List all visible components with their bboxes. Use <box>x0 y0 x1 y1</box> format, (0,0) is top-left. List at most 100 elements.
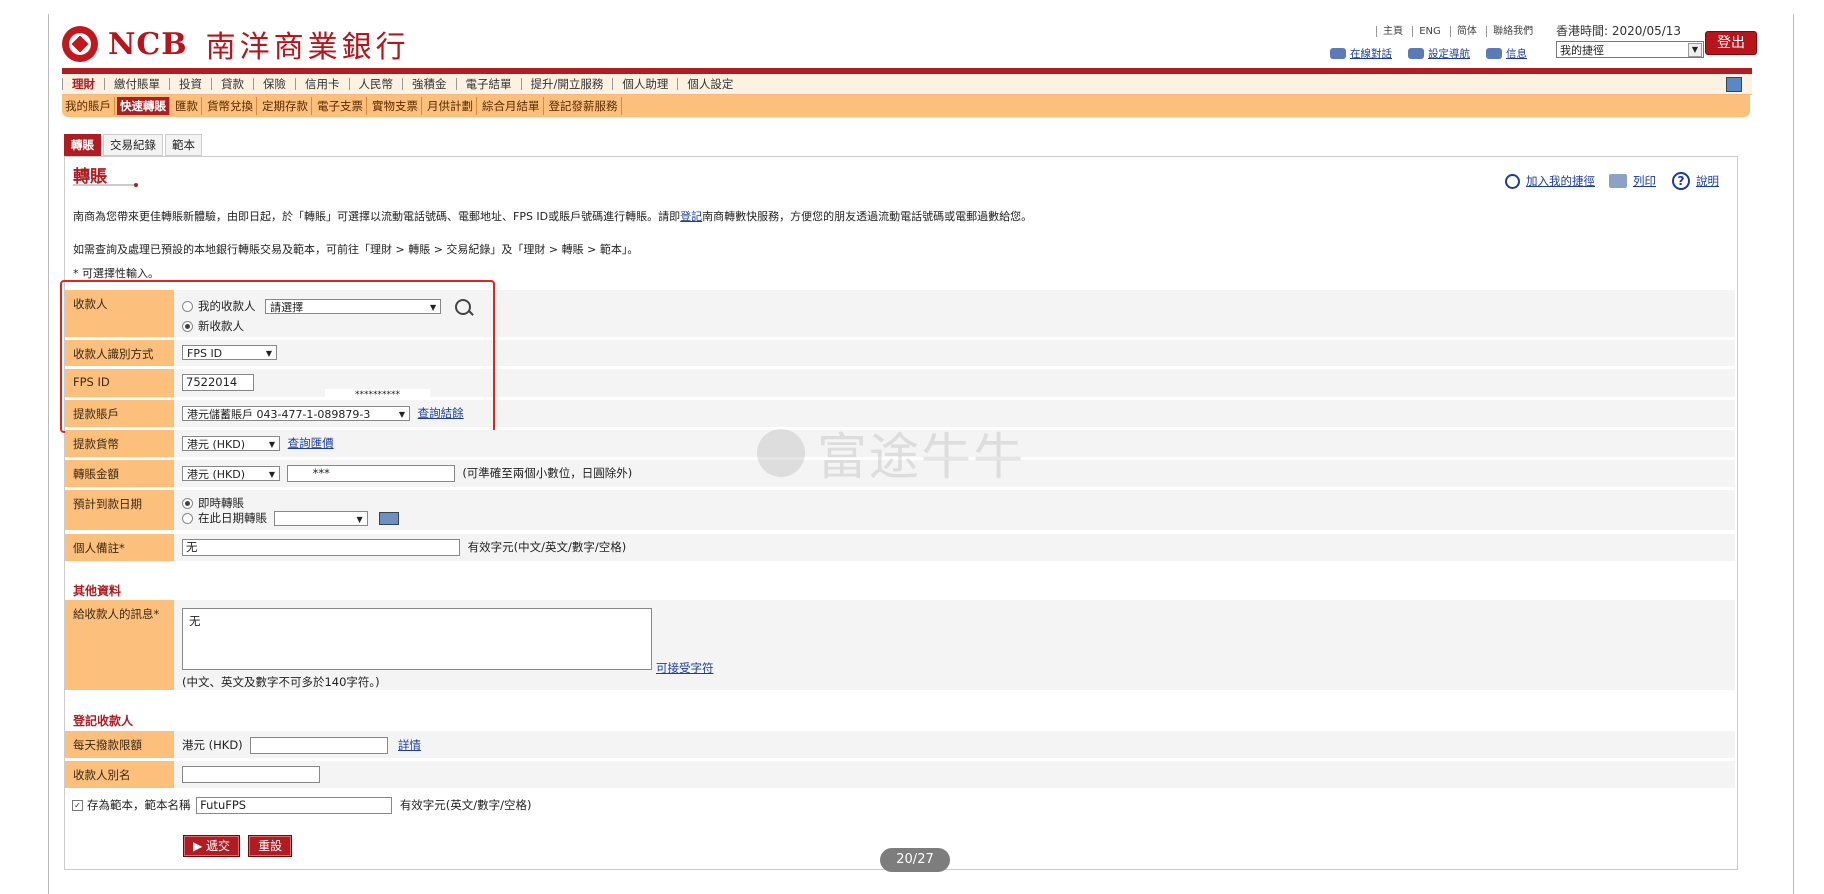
tab-history[interactable]: 交易紀錄 <box>103 134 163 156</box>
nav-item-mpf[interactable]: 強積金 <box>402 78 456 90</box>
date-label: 預計到款日期 <box>65 490 174 530</box>
nav-item-upgrade[interactable]: 提升/開立服務 <box>520 78 613 90</box>
logo-cn: 南洋商業銀行 <box>205 30 410 65</box>
nav-item-invest[interactable]: 投資 <box>169 78 211 90</box>
hk-time: 香港時間: 2020/05/13 <box>1556 24 1682 38</box>
main-nav: 理財 繳付賬單 投資 貸款 保險 信用卡 人民幣 強積金 電子結單 提升/開立服… <box>62 74 1752 95</box>
subnav-monthly-plan[interactable]: 月供計劃 <box>424 97 477 115</box>
save-template-checkbox[interactable]: ✓ <box>72 800 83 811</box>
check-rate-link[interactable]: 查詢匯價 <box>288 436 334 450</box>
nav-item-settings[interactable]: 個人設定 <box>677 78 742 90</box>
other-info-heading: 其他資料 <box>73 584 122 598</box>
date-immediate-radio[interactable] <box>182 498 193 509</box>
submit-button[interactable]: ▶ 遞交 <box>183 835 241 857</box>
add-shortcut-link[interactable]: 加入我的捷徑 <box>1526 173 1595 189</box>
date-select[interactable]: ▼ <box>273 511 368 526</box>
daily-limit-input[interactable] <box>250 737 389 754</box>
top-link-eng[interactable]: ENG <box>1412 26 1447 37</box>
nav-item-assistant[interactable]: 個人助理 <box>612 78 677 90</box>
online-chat-link[interactable]: 在線對話 <box>1350 46 1392 61</box>
remark-row: 個人備註* 无 有效字元(中文/英文/數字/空格) <box>65 534 1735 561</box>
chevron-down-icon: ▼ <box>1688 43 1702 57</box>
quick-shortcut-select[interactable]: 我的捷徑 ▼ <box>1556 41 1704 58</box>
subnav-cheque[interactable]: 實物支票 <box>369 97 422 115</box>
nav-settings-link[interactable]: 設定導航 <box>1428 46 1470 61</box>
page-tabs: 轉賬 交易紀錄 範本 <box>64 134 202 156</box>
date-scheduled-label: 在此日期轉賬 <box>198 511 267 525</box>
message-note: (中文、英文及數字不可多於140字符。) <box>182 675 380 689</box>
optional-note: * 可選擇性輸入。 <box>73 267 159 280</box>
nav-item-loans[interactable]: 貸款 <box>211 78 253 90</box>
watermark-text: 富途牛牛 <box>817 428 1025 486</box>
play-icon: ▶ <box>193 839 207 853</box>
subnav-remittance[interactable]: 匯款 <box>172 97 202 115</box>
logout-button[interactable]: 登出 <box>1705 31 1757 55</box>
subnav-quick-transfer[interactable]: 快速轉賬 <box>117 97 170 115</box>
template-name-input[interactable]: FutuFPS <box>196 797 393 814</box>
watermark: 富途牛牛 <box>757 417 1025 489</box>
currency-select[interactable]: 港元 (HKD) ▼ <box>182 436 280 451</box>
top-link-simplified[interactable]: 简体 <box>1449 26 1483 37</box>
print-link[interactable]: 列印 <box>1633 173 1656 189</box>
top-link-contact[interactable]: 聯絡我們 <box>1486 26 1540 37</box>
tab-templates[interactable]: 範本 <box>165 134 202 156</box>
ncb-logo[interactable]: NCB 南洋商業銀行 <box>62 24 410 65</box>
reset-button[interactable]: 重設 <box>248 835 293 857</box>
nav-item-estatement[interactable]: 電子結單 <box>455 78 521 90</box>
subnav-echeque[interactable]: 電子支票 <box>314 97 367 115</box>
calendar-icon[interactable] <box>379 512 400 525</box>
subnav-my-accounts[interactable]: 我的賬戶 <box>62 97 115 115</box>
alias-row: 收款人別名 <box>65 761 1735 788</box>
date-immediate-label: 即時轉賬 <box>198 496 244 510</box>
help-icon: ? <box>1672 172 1690 190</box>
amount-label: 轉賬金額 <box>65 460 174 487</box>
nav-item-bills[interactable]: 繳付賬單 <box>104 78 169 90</box>
nav-item-credit-card[interactable]: 信用卡 <box>295 78 349 90</box>
page-counter: 20/27 <box>880 848 950 872</box>
accepted-chars-link[interactable]: 可接受字符 <box>656 660 714 676</box>
mail-icon <box>1486 48 1502 59</box>
sub-nav: 我的賬戶 快速轉賬 匯款 貨幣兌換 定期存款 電子支票 實物支票 月供計劃 綜合… <box>62 95 1750 117</box>
save-template-label: 存為範本，範本名稱 <box>87 798 191 812</box>
form-actions: ▶ 遞交 重設 <box>183 835 293 857</box>
add-shortcut-icon <box>1505 173 1520 189</box>
intro-text-2: 如需查詢及處理已預設的本地銀行轉賬交易及範本，可前往「理財 > 轉賬 > 交易紀… <box>73 243 639 256</box>
daily-limit-currency: 港元 (HKD) <box>182 738 243 752</box>
chevron-down-icon: ▼ <box>356 515 363 524</box>
title-dot <box>134 183 138 187</box>
watermark-logo-icon <box>757 429 805 477</box>
limit-details-link[interactable]: 詳情 <box>398 738 421 752</box>
messages-link[interactable]: 信息 <box>1506 46 1527 61</box>
message-label: 給收款人的訊息* <box>65 600 174 690</box>
nav-item-insurance[interactable]: 保險 <box>253 78 295 90</box>
amount-currency-select[interactable]: 港元 (HKD) ▼ <box>182 466 280 481</box>
subnav-time-deposit[interactable]: 定期存款 <box>259 97 312 115</box>
nav-settings-icon <box>1408 48 1424 59</box>
fps-register-link[interactable]: 登記 <box>680 210 702 223</box>
subnav-statement[interactable]: 綜合月結單 <box>479 97 544 115</box>
remark-label: 個人備註* <box>65 534 174 561</box>
ncb-logo-icon <box>62 26 98 62</box>
tab-transfer[interactable]: 轉賬 <box>64 134 101 156</box>
alias-input[interactable] <box>182 766 320 783</box>
save-template-row: ✓ 存為範本，範本名稱 FutuFPS 有效字元(英文/數字/空格) <box>72 797 532 814</box>
nav-item-rmb[interactable]: 人民幣 <box>348 78 403 90</box>
remark-note: 有效字元(中文/英文/數字/空格) <box>467 540 627 554</box>
message-textarea[interactable]: 无 <box>182 608 652 670</box>
nav-item-wealth[interactable]: 理財 <box>62 78 104 90</box>
chevron-down-icon: ▼ <box>268 470 275 479</box>
print-icon <box>1609 174 1627 188</box>
top-link-home[interactable]: 主頁 <box>1376 26 1409 37</box>
date-scheduled-radio[interactable] <box>182 513 193 524</box>
amount-input[interactable]: *** <box>286 465 455 482</box>
subnav-payroll[interactable]: 登記發薪服務 <box>546 97 622 115</box>
daily-limit-label: 每天撥款限額 <box>65 731 174 758</box>
alias-label: 收款人別名 <box>65 761 174 788</box>
close-menu-icon[interactable] <box>1726 77 1742 92</box>
remark-input[interactable]: 无 <box>182 539 460 556</box>
date-row: 預計到款日期 即時轉賬 在此日期轉賬 ▼ <box>65 490 1735 530</box>
subnav-fx[interactable]: 貨幣兌換 <box>204 97 257 115</box>
help-link[interactable]: 說明 <box>1696 173 1719 189</box>
quick-shortcut-value: 我的捷徑 <box>1560 44 1604 57</box>
chevron-down-icon: ▼ <box>268 440 275 449</box>
